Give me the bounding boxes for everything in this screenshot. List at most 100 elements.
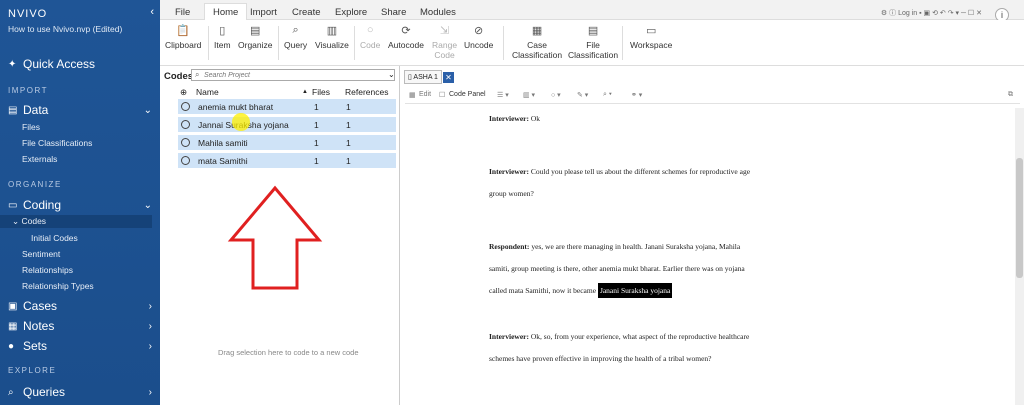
coding-icon: ▭ bbox=[8, 199, 18, 211]
speaker-label: Interviewer: bbox=[489, 332, 529, 341]
collapse-sidebar-icon[interactable]: ‹ bbox=[150, 6, 154, 18]
workspace-button[interactable]: ▭ Workspace bbox=[630, 24, 672, 50]
code-row[interactable]: mata Samithi 1 1 bbox=[178, 153, 396, 169]
section-organize: ORGANIZE bbox=[8, 180, 62, 189]
code-references-count: 1 bbox=[346, 120, 351, 130]
sidebar-item-relationships[interactable]: Relationships bbox=[22, 265, 73, 275]
edit-toggle[interactable]: Edit bbox=[419, 91, 431, 98]
column-header-references[interactable]: References bbox=[345, 87, 388, 97]
selected-text-highlight[interactable]: Janani Suraksha yojana bbox=[597, 283, 673, 298]
annotation-pen-icon[interactable]: ✎ ▾ bbox=[577, 91, 588, 99]
query-icon: ⌕ bbox=[292, 24, 299, 36]
drag-drop-hint: Drag selection here to code to a new cod… bbox=[218, 348, 359, 357]
add-code-icon[interactable]: ⊕ bbox=[180, 87, 187, 98]
login-link[interactable]: Log in bbox=[898, 10, 917, 17]
chevron-right-icon: › bbox=[148, 340, 152, 352]
code-panel-checkbox[interactable]: ☐ bbox=[439, 91, 445, 99]
range-code-button[interactable]: ⇲ Range Code bbox=[432, 24, 457, 60]
code-references-count: 1 bbox=[346, 102, 351, 112]
sidebar-item-sentiment[interactable]: Sentiment bbox=[22, 249, 60, 259]
pin-icon: ✦ bbox=[8, 58, 17, 70]
code-node-icon bbox=[181, 138, 190, 147]
code-files-count: 1 bbox=[314, 102, 319, 112]
chevron-down-icon: ⌄ bbox=[143, 199, 152, 211]
code-files-count: 1 bbox=[314, 120, 319, 130]
code-files-count: 1 bbox=[314, 138, 319, 148]
search-input[interactable] bbox=[191, 69, 395, 81]
autocode-button[interactable]: ⟳ Autocode bbox=[388, 24, 424, 50]
column-header-name[interactable]: Name bbox=[196, 87, 219, 97]
vertical-scrollbar[interactable] bbox=[1015, 108, 1024, 405]
code-name: anemia mukt bharat bbox=[198, 102, 274, 112]
tab-share[interactable]: Share bbox=[381, 7, 406, 18]
code-circle-icon[interactable]: ○ ▾ bbox=[551, 91, 561, 99]
sidebar-item-coding[interactable]: ▭ Coding ⌄ bbox=[0, 197, 160, 213]
edit-icon[interactable]: ▦ bbox=[409, 91, 416, 99]
sidebar-item-codes[interactable]: ⌄ Codes bbox=[12, 216, 46, 227]
case-classification-button[interactable]: ▦ Case Classification bbox=[512, 24, 562, 60]
tab-modules[interactable]: Modules bbox=[420, 7, 456, 18]
chevron-down-icon[interactable]: ⌄ bbox=[388, 70, 395, 79]
code-references-count: 1 bbox=[346, 156, 351, 166]
sidebar-item-notes[interactable]: ▦ Notes › bbox=[0, 318, 160, 334]
cases-icon: ▣ bbox=[8, 300, 18, 312]
file-classification-button[interactable]: ▤ File Classification bbox=[568, 24, 618, 60]
sidebar-item-sets[interactable]: ● Sets › bbox=[0, 338, 160, 354]
window-controls-icon[interactable]: ▪ ▣ ⟲ ↶ ↷ ▾ ─ ☐ ✕ bbox=[919, 10, 982, 17]
tab-home[interactable]: Home bbox=[204, 3, 248, 21]
sets-icon: ● bbox=[8, 340, 15, 352]
sidebar-item-relationship-types[interactable]: Relationship Types bbox=[22, 281, 94, 291]
database-icon: ▤ bbox=[8, 104, 18, 116]
visualize-button[interactable]: ▥ Visualize bbox=[315, 24, 349, 50]
sidebar-item-queries[interactable]: ⌕ Queries › bbox=[0, 384, 160, 400]
uncode-icon: ⊘ bbox=[474, 25, 484, 37]
code-files-count: 1 bbox=[314, 156, 319, 166]
list-icon[interactable]: ☰ ▾ bbox=[497, 91, 509, 99]
quick-access-item[interactable]: ✦ Quick Access bbox=[0, 56, 160, 72]
uncode-button[interactable]: ⊘ Uncode bbox=[464, 24, 493, 50]
sidebar-item-externals[interactable]: Externals bbox=[22, 154, 57, 164]
item-button[interactable]: ▯ Item bbox=[214, 24, 231, 50]
chevron-right-icon: › bbox=[148, 300, 152, 312]
chevron-right-icon: › bbox=[148, 386, 152, 398]
settings-icon[interactable]: ⚙ ⓘ bbox=[881, 10, 898, 17]
code-row[interactable]: Jannai Suraksha yojana 1 1 bbox=[178, 117, 396, 133]
organize-button[interactable]: ▤ Organize bbox=[238, 24, 273, 50]
close-icon[interactable]: ✕ bbox=[443, 72, 454, 83]
tab-import[interactable]: Import bbox=[250, 7, 277, 18]
code-row[interactable]: Mahila samiti 1 1 bbox=[178, 135, 396, 151]
paragraph: Interviewer: Ok bbox=[489, 114, 541, 123]
ribbon-toolbar: 📋 Clipboard ▯ Item ▤ Organize ⌕ Query ▥ Visua… bbox=[160, 20, 1024, 66]
section-import: IMPORT bbox=[8, 86, 48, 95]
paragraph: Respondent: yes, we are there managing i… bbox=[489, 236, 809, 302]
file-classification-icon: ▤ bbox=[587, 25, 599, 37]
link-icon[interactable]: ⚭ ▾ bbox=[631, 91, 642, 99]
chevron-down-icon: ⌄ bbox=[143, 104, 152, 116]
scrollbar-thumb[interactable] bbox=[1016, 158, 1023, 278]
sort-ascending-icon: ▲ bbox=[302, 89, 308, 95]
search-icon[interactable]: ⌕ ▾ bbox=[603, 91, 612, 99]
sidebar-item-initial-codes[interactable]: Initial Codes bbox=[31, 233, 78, 243]
code-row[interactable]: anemia mukt bharat 1 1 bbox=[178, 99, 396, 115]
code-button[interactable]: ○ Code bbox=[360, 24, 380, 50]
clipboard-button[interactable]: 📋 Clipboard bbox=[165, 24, 201, 50]
undock-icon[interactable]: ⧉ bbox=[1008, 91, 1013, 99]
organize-icon: ▤ bbox=[250, 25, 261, 37]
coding-stripes-icon[interactable]: ▥ ▾ bbox=[523, 91, 535, 99]
sidebar-item-files[interactable]: Files bbox=[22, 122, 40, 132]
column-header-files[interactable]: Files bbox=[312, 87, 330, 97]
paragraph: Interviewer: Ok, so, from your experienc… bbox=[489, 332, 750, 363]
search-icon: ⌕ bbox=[8, 386, 14, 398]
code-name: mata Samithi bbox=[198, 156, 248, 166]
sidebar-item-cases[interactable]: ▣ Cases › bbox=[0, 298, 160, 314]
ribbon-divider bbox=[208, 26, 209, 60]
sidebar-item-data[interactable]: ▤ Data ⌄ bbox=[0, 102, 160, 118]
sidebar-item-file-classifications[interactable]: File Classifications bbox=[22, 138, 92, 148]
query-button[interactable]: ⌕ Query bbox=[284, 24, 307, 50]
item-icon: ▯ bbox=[219, 25, 226, 37]
tab-create[interactable]: Create bbox=[292, 7, 321, 18]
code-name: Mahila samiti bbox=[198, 138, 248, 148]
document-tab[interactable]: ▯ ASHA 1 bbox=[404, 70, 442, 84]
tab-explore[interactable]: Explore bbox=[335, 7, 367, 18]
tab-file[interactable]: File bbox=[175, 7, 190, 18]
